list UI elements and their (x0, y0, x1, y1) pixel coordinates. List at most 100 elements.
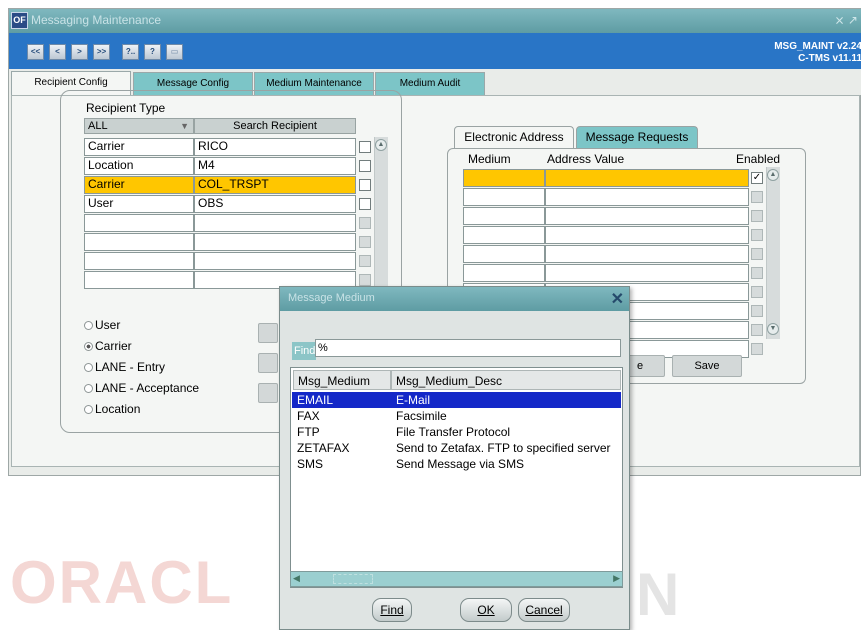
address-scrollbar[interactable]: ▲ ▼ (766, 167, 780, 339)
first-record-button[interactable]: << (27, 44, 44, 60)
medium-cell[interactable] (463, 245, 545, 263)
recipient-scrollbar[interactable]: ▲ (374, 137, 388, 310)
address-value-cell[interactable] (545, 169, 749, 187)
horizontal-scrollbar[interactable]: ◀ ▶ (290, 571, 623, 587)
find-button-label: Find (380, 603, 404, 617)
previous-record-button[interactable]: < (49, 44, 66, 60)
enabled-checkbox[interactable] (751, 286, 763, 298)
recipient-name-cell[interactable] (194, 252, 356, 270)
window-button[interactable]: ▭ (166, 44, 183, 60)
save-button[interactable]: Save (672, 355, 742, 377)
enabled-checkbox[interactable] (751, 267, 763, 279)
dialog-title-bar[interactable]: Message Medium ✕ (280, 287, 629, 311)
recipient-type-cell[interactable] (84, 214, 194, 232)
radio-unchecked-icon[interactable] (84, 405, 93, 414)
enabled-checkbox[interactable] (751, 248, 763, 260)
address-value-cell[interactable] (545, 226, 749, 244)
recipient-name-cell[interactable]: COL_TRSPT (194, 176, 356, 194)
radio-option-0[interactable]: User (84, 318, 120, 332)
address-value-cell[interactable] (545, 188, 749, 206)
recipient-row-checkbox[interactable] (359, 179, 371, 191)
recipient-type-cell[interactable]: Location (84, 157, 194, 175)
action-button-1[interactable] (258, 323, 278, 343)
recipient-type-cell[interactable]: Carrier (84, 176, 194, 194)
close-icon[interactable]: ✕ (611, 289, 624, 309)
radio-option-4[interactable]: Location (84, 402, 140, 416)
last-record-button[interactable]: >> (93, 44, 110, 60)
find-button[interactable]: Find (372, 598, 412, 622)
scroll-down-icon[interactable]: ▼ (767, 323, 779, 335)
medium-cell[interactable] (463, 226, 545, 244)
find-input[interactable]: % (315, 339, 621, 357)
enabled-checkbox[interactable] (751, 210, 763, 222)
enabled-checkbox[interactable] (751, 305, 763, 317)
recipient-row-checkbox[interactable] (359, 255, 371, 267)
recipient-type-cell[interactable]: Carrier (84, 138, 194, 156)
msg-medium-column-header[interactable]: Msg_Medium (293, 370, 391, 390)
action-button-2[interactable] (258, 353, 278, 373)
enabled-checkbox[interactable]: ✓ (751, 172, 763, 184)
msg-medium-desc-column-header[interactable]: Msg_Medium_Desc (391, 370, 621, 390)
action-button-3[interactable] (258, 383, 278, 403)
window-controls-icon[interactable]: ⨯ ↗ (835, 13, 858, 27)
list-item[interactable]: ZETAFAX Send to Zetafax. FTP to specified… (292, 440, 621, 456)
recipient-row-checkbox[interactable] (359, 160, 371, 172)
medium-cell[interactable] (463, 169, 545, 187)
recipient-row-checkbox[interactable] (359, 236, 371, 248)
scroll-up-icon[interactable]: ▲ (767, 169, 779, 181)
list-item[interactable]: FTP File Transfer Protocol (292, 424, 621, 440)
recipient-type-cell[interactable] (84, 252, 194, 270)
list-item[interactable]: FAX Facsimile (292, 408, 621, 424)
search-recipient-button[interactable]: Search Recipient (194, 118, 356, 134)
help-list-button[interactable]: ?.. (122, 44, 139, 60)
recipient-type-cell[interactable] (84, 271, 194, 289)
list-item[interactable]: SMS Send Message via SMS (292, 456, 621, 472)
address-value-cell[interactable] (545, 245, 749, 263)
radio-unchecked-icon[interactable] (84, 321, 93, 330)
title-bar[interactable]: OF Messaging Maintenance ⨯ ↗ (9, 9, 861, 33)
recipient-row-checkbox[interactable] (359, 217, 371, 229)
enabled-checkbox[interactable] (751, 229, 763, 241)
recipient-name-cell[interactable]: OBS (194, 195, 356, 213)
radio-option-1[interactable]: Carrier (84, 339, 132, 353)
medium-description: E-Mail (396, 393, 431, 407)
radio-unchecked-icon[interactable] (84, 363, 93, 372)
recipient-name-cell[interactable] (194, 214, 356, 232)
list-item[interactable]: EMAIL E-Mail (292, 392, 621, 408)
recipient-type-filter[interactable]: ALL ▼ (84, 118, 194, 134)
recipient-row-checkbox[interactable] (359, 141, 371, 153)
recipient-row-checkbox[interactable] (359, 274, 371, 286)
enabled-checkbox[interactable] (751, 191, 763, 203)
recipient-type-cell[interactable]: User (84, 195, 194, 213)
scroll-up-icon[interactable]: ▲ (375, 139, 387, 151)
tab-message-requests[interactable]: Message Requests (576, 126, 698, 148)
tab-electronic-address[interactable]: Electronic Address (454, 126, 574, 148)
scroll-thumb[interactable] (333, 574, 373, 584)
recipient-row-checkbox[interactable] (359, 198, 371, 210)
radio-option-2[interactable]: LANE - Entry (84, 360, 165, 374)
enabled-checkbox[interactable] (751, 324, 763, 336)
medium-cell[interactable] (463, 188, 545, 206)
recipient-name-cell[interactable]: M4 (194, 157, 356, 175)
medium-cell[interactable] (463, 207, 545, 225)
scroll-right-icon[interactable]: ▶ (613, 573, 620, 584)
scroll-left-icon[interactable]: ◀ (293, 573, 300, 584)
recipient-name-cell[interactable]: RICO (194, 138, 356, 156)
radio-unchecked-icon[interactable] (84, 384, 93, 393)
address-value-column-header: Address Value (547, 152, 625, 166)
help-button[interactable]: ? (144, 44, 161, 60)
recipient-name-cell[interactable] (194, 233, 356, 251)
ok-button[interactable]: OK (460, 598, 512, 622)
radio-checked-icon[interactable] (84, 342, 93, 351)
medium-cell[interactable] (463, 264, 545, 282)
next-record-button[interactable]: > (71, 44, 88, 60)
cancel-button-label: Cancel (525, 603, 563, 617)
recipient-type-cell[interactable] (84, 233, 194, 251)
address-value-cell[interactable] (545, 264, 749, 282)
enabled-checkbox[interactable] (751, 343, 763, 355)
oracle-watermark: ORACL (10, 549, 234, 616)
address-value-cell[interactable] (545, 207, 749, 225)
cancel-button[interactable]: Cancel (518, 598, 570, 622)
ok-button-label: OK (477, 603, 495, 617)
radio-option-3[interactable]: LANE - Acceptance (84, 381, 199, 395)
